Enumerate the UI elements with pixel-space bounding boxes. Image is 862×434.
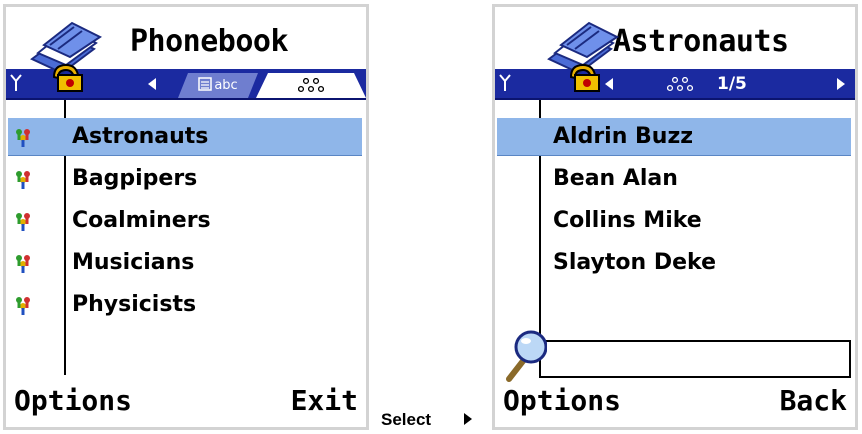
list-item-slayton-deke[interactable]: Slayton Deke bbox=[497, 244, 851, 282]
group-contacts-screen: Astronauts 1/5 Aldrin Buzz Bean Alan Col… bbox=[492, 4, 858, 430]
list-item-label: Musicians bbox=[72, 250, 195, 275]
screen-title: Phonebook bbox=[130, 24, 289, 59]
tab-list[interactable]: abc bbox=[178, 73, 258, 98]
search-icon bbox=[506, 330, 547, 382]
list-item-label: Astronauts bbox=[72, 124, 209, 149]
group-icon bbox=[16, 129, 30, 147]
list-item-label: Bean Alan bbox=[553, 166, 678, 191]
group-icon bbox=[16, 213, 30, 231]
group-list: Astronauts Bagpipers Coalminers Musician… bbox=[6, 100, 366, 375]
list-item-label: Coalminers bbox=[72, 208, 211, 233]
group-icon bbox=[16, 255, 30, 273]
list-item-musicians[interactable]: Musicians bbox=[8, 244, 362, 282]
options-softkey[interactable]: Options bbox=[14, 375, 132, 427]
group-icon bbox=[16, 171, 30, 189]
group-icon bbox=[298, 78, 324, 94]
search-field[interactable] bbox=[539, 340, 851, 378]
select-caption: Select bbox=[381, 410, 432, 429]
phonebook-app-icon bbox=[547, 21, 619, 92]
list-item-physicists[interactable]: Physicists bbox=[8, 286, 362, 324]
list-item-label: Slayton Deke bbox=[553, 250, 716, 275]
nav-right-arrow-icon[interactable] bbox=[837, 78, 845, 90]
group-icon bbox=[16, 297, 30, 315]
tab-list-label: abc bbox=[214, 78, 238, 93]
softkey-bar: Options Exit bbox=[6, 375, 366, 427]
signal-strength-icon bbox=[10, 74, 22, 91]
list-item-bean-alan[interactable]: Bean Alan bbox=[497, 160, 851, 198]
list-item-label: Aldrin Buzz bbox=[553, 124, 694, 149]
group-counter: 1/5 bbox=[717, 74, 747, 94]
screen-title: Astronauts bbox=[613, 24, 789, 59]
list-item-bagpipers[interactable]: Bagpipers bbox=[8, 160, 362, 198]
list-item-label: Bagpipers bbox=[72, 166, 198, 191]
signal-strength-icon bbox=[499, 74, 511, 91]
group-icon bbox=[667, 77, 693, 92]
back-softkey[interactable]: Back bbox=[780, 375, 847, 427]
list-item-aldrin-buzz[interactable]: Aldrin Buzz bbox=[497, 118, 851, 156]
nav-left-arrow-icon[interactable] bbox=[148, 78, 156, 90]
list-item-collins-mike[interactable]: Collins Mike bbox=[497, 202, 851, 240]
phonebook-screen: Phonebook abc Astronauts Bagpipers Coalm… bbox=[3, 4, 369, 430]
exit-softkey[interactable]: Exit bbox=[291, 375, 358, 427]
phonebook-app-icon bbox=[30, 21, 102, 92]
softkey-bar: Options Back bbox=[495, 375, 855, 427]
list-item-astronauts[interactable]: Astronauts bbox=[8, 118, 362, 156]
tab-groups[interactable] bbox=[256, 73, 366, 98]
cards-icon bbox=[198, 77, 212, 91]
list-item-label: Physicists bbox=[72, 292, 197, 317]
list-item-label: Collins Mike bbox=[553, 208, 702, 233]
right-caret-icon bbox=[464, 413, 472, 425]
list-item-coalminers[interactable]: Coalminers bbox=[8, 202, 362, 240]
contact-list: Aldrin Buzz Bean Alan Collins Mike Slayt… bbox=[495, 100, 855, 375]
